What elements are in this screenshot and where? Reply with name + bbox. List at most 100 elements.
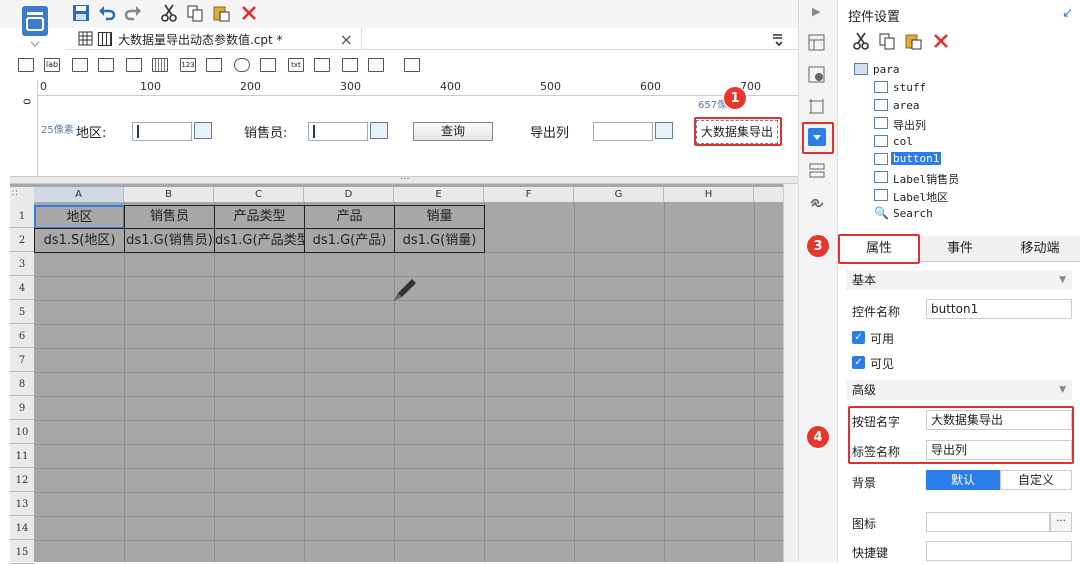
widget-name-input[interactable]: button1 (926, 299, 1072, 319)
more-widgets-icon[interactable] (404, 58, 420, 72)
column-header[interactable]: C (214, 187, 304, 202)
tree-widget-icon[interactable] (368, 58, 384, 72)
column-header[interactable]: E (394, 187, 484, 202)
tree-node-label-seller[interactable]: Label销售员 (893, 171, 959, 187)
tree-node-col[interactable]: col (893, 135, 913, 148)
bg-custom-button[interactable]: 自定义 (1000, 470, 1072, 490)
label-widget-icon[interactable] (18, 58, 34, 72)
vertical-scrollbar[interactable] (783, 184, 798, 562)
column-header[interactable]: D (304, 187, 394, 202)
frame-icon[interactable] (808, 98, 828, 118)
widget-info-icon[interactable] (808, 66, 828, 86)
minimize-panel-icon[interactable]: ↙ (1062, 6, 1080, 26)
row-header[interactable]: 11 (10, 445, 34, 468)
column-header[interactable]: G (574, 187, 664, 202)
row-header[interactable]: 2 (10, 229, 34, 252)
delete-icon[interactable] (932, 32, 952, 52)
collapse-right-icon[interactable]: ▶ (812, 5, 832, 25)
link-icon[interactable] (808, 194, 828, 214)
cut-icon[interactable] (852, 32, 872, 52)
cut-icon[interactable] (160, 4, 180, 24)
panel-divider[interactable]: ··· (10, 174, 798, 185)
radio-widget-icon[interactable] (234, 58, 250, 72)
textfield-widget-icon[interactable]: txt (288, 58, 304, 72)
list-widget-icon[interactable] (206, 58, 222, 72)
cell-b2[interactable]: ds1.G(销售员) (124, 228, 215, 253)
row-header[interactable]: 4 (10, 277, 34, 300)
row-header[interactable]: 9 (10, 397, 34, 420)
paste-icon[interactable] (212, 4, 232, 24)
tab-report-file[interactable]: 大数据量导出动态参数值.cpt * × (98, 28, 362, 50)
textarea-widget-icon[interactable] (72, 58, 88, 72)
date-widget-icon[interactable] (152, 58, 168, 72)
export-column-combobox[interactable] (593, 122, 653, 141)
cell-a2[interactable]: ds1.S(地区) (34, 228, 125, 253)
icon-input[interactable] (926, 512, 1050, 532)
area-combobox[interactable] (132, 122, 192, 141)
paste-icon[interactable] (904, 32, 924, 52)
row-header[interactable]: 15 (10, 541, 34, 564)
row-header[interactable]: 5 (10, 301, 34, 324)
grid-icon[interactable] (78, 31, 98, 51)
copy-icon[interactable] (186, 4, 206, 24)
column-header[interactable]: H (664, 187, 754, 202)
bg-default-button[interactable]: 默认 (926, 470, 1000, 490)
seller-dropdown-icon[interactable] (370, 122, 388, 139)
export-column-label[interactable]: 导出列 (530, 122, 569, 141)
export-dropdown-icon[interactable] (655, 122, 673, 139)
column-header[interactable]: A (34, 187, 124, 202)
checkgroup-widget-icon[interactable] (342, 58, 358, 72)
row-header[interactable]: 6 (10, 325, 34, 348)
copy-icon[interactable] (878, 32, 898, 52)
enabled-checkbox[interactable]: ✓ (852, 331, 865, 344)
tab-events[interactable]: 事件 (920, 236, 1000, 262)
row-header[interactable]: 12 (10, 469, 34, 492)
row-header[interactable]: 7 (10, 349, 34, 372)
section-advanced[interactable]: 高级 ▼ (846, 380, 1072, 400)
tree-node-export-label[interactable]: 导出列 (893, 117, 926, 133)
dropdown-widget-icon[interactable] (126, 58, 142, 72)
password-widget-icon[interactable] (314, 58, 330, 72)
toolbar-menu-icon[interactable] (772, 32, 792, 52)
select-all-icon[interactable]: ∷ (12, 189, 18, 199)
seller-label[interactable]: 销售员: (244, 122, 287, 141)
cell-b1[interactable]: 销售员 (124, 205, 215, 229)
row-header[interactable]: 1 (10, 205, 34, 228)
tree-node-search[interactable]: Search (893, 207, 933, 220)
seller-combobox[interactable] (308, 122, 368, 141)
layout-icon[interactable] (808, 34, 828, 54)
save-icon[interactable] (72, 4, 92, 24)
row-header[interactable]: 13 (10, 493, 34, 516)
redo-icon[interactable] (124, 4, 144, 24)
column-header[interactable]: B (124, 187, 214, 202)
tree-node-button1[interactable]: button1 (891, 152, 942, 165)
query-button[interactable]: 查询 (413, 122, 493, 141)
number-widget-icon[interactable]: 123 (180, 58, 196, 72)
text-widget-icon[interactable]: lab (44, 58, 60, 72)
cell-c1[interactable]: 产品类型 (214, 205, 305, 229)
area-dropdown-icon[interactable] (194, 122, 212, 139)
column-header[interactable]: F (484, 187, 574, 202)
tree-node-label-area[interactable]: Label地区 (893, 189, 948, 205)
tab-mobile[interactable]: 移动端 (1000, 236, 1080, 262)
cell-e1[interactable]: 销量 (394, 205, 485, 229)
close-tab-icon[interactable]: × (340, 30, 353, 49)
designer-logo-icon[interactable] (18, 4, 54, 48)
cell-e2[interactable]: ds1.G(销量) (394, 228, 485, 253)
tree-node-para[interactable]: para (873, 63, 900, 76)
row-header[interactable]: 8 (10, 373, 34, 396)
list-layout-icon[interactable] (808, 162, 828, 182)
cell-d2[interactable]: ds1.G(产品) (304, 228, 395, 253)
icon-browse-button[interactable]: ··· (1050, 512, 1072, 532)
delete-icon[interactable] (240, 4, 260, 24)
cell-a1[interactable]: 地区 (34, 205, 125, 229)
cell-c2[interactable]: ds1.G(产品类型) (214, 228, 305, 253)
tree-node-area[interactable]: area (893, 99, 920, 112)
checkbox-widget-icon[interactable] (260, 58, 276, 72)
area-label[interactable]: 地区: (76, 122, 106, 141)
cell-d1[interactable]: 产品 (304, 205, 395, 229)
tree-node-stuff[interactable]: stuff (893, 81, 926, 94)
visible-checkbox[interactable]: ✓ (852, 356, 865, 369)
row-header[interactable]: 3 (10, 253, 34, 276)
row-header[interactable]: 10 (10, 421, 34, 444)
